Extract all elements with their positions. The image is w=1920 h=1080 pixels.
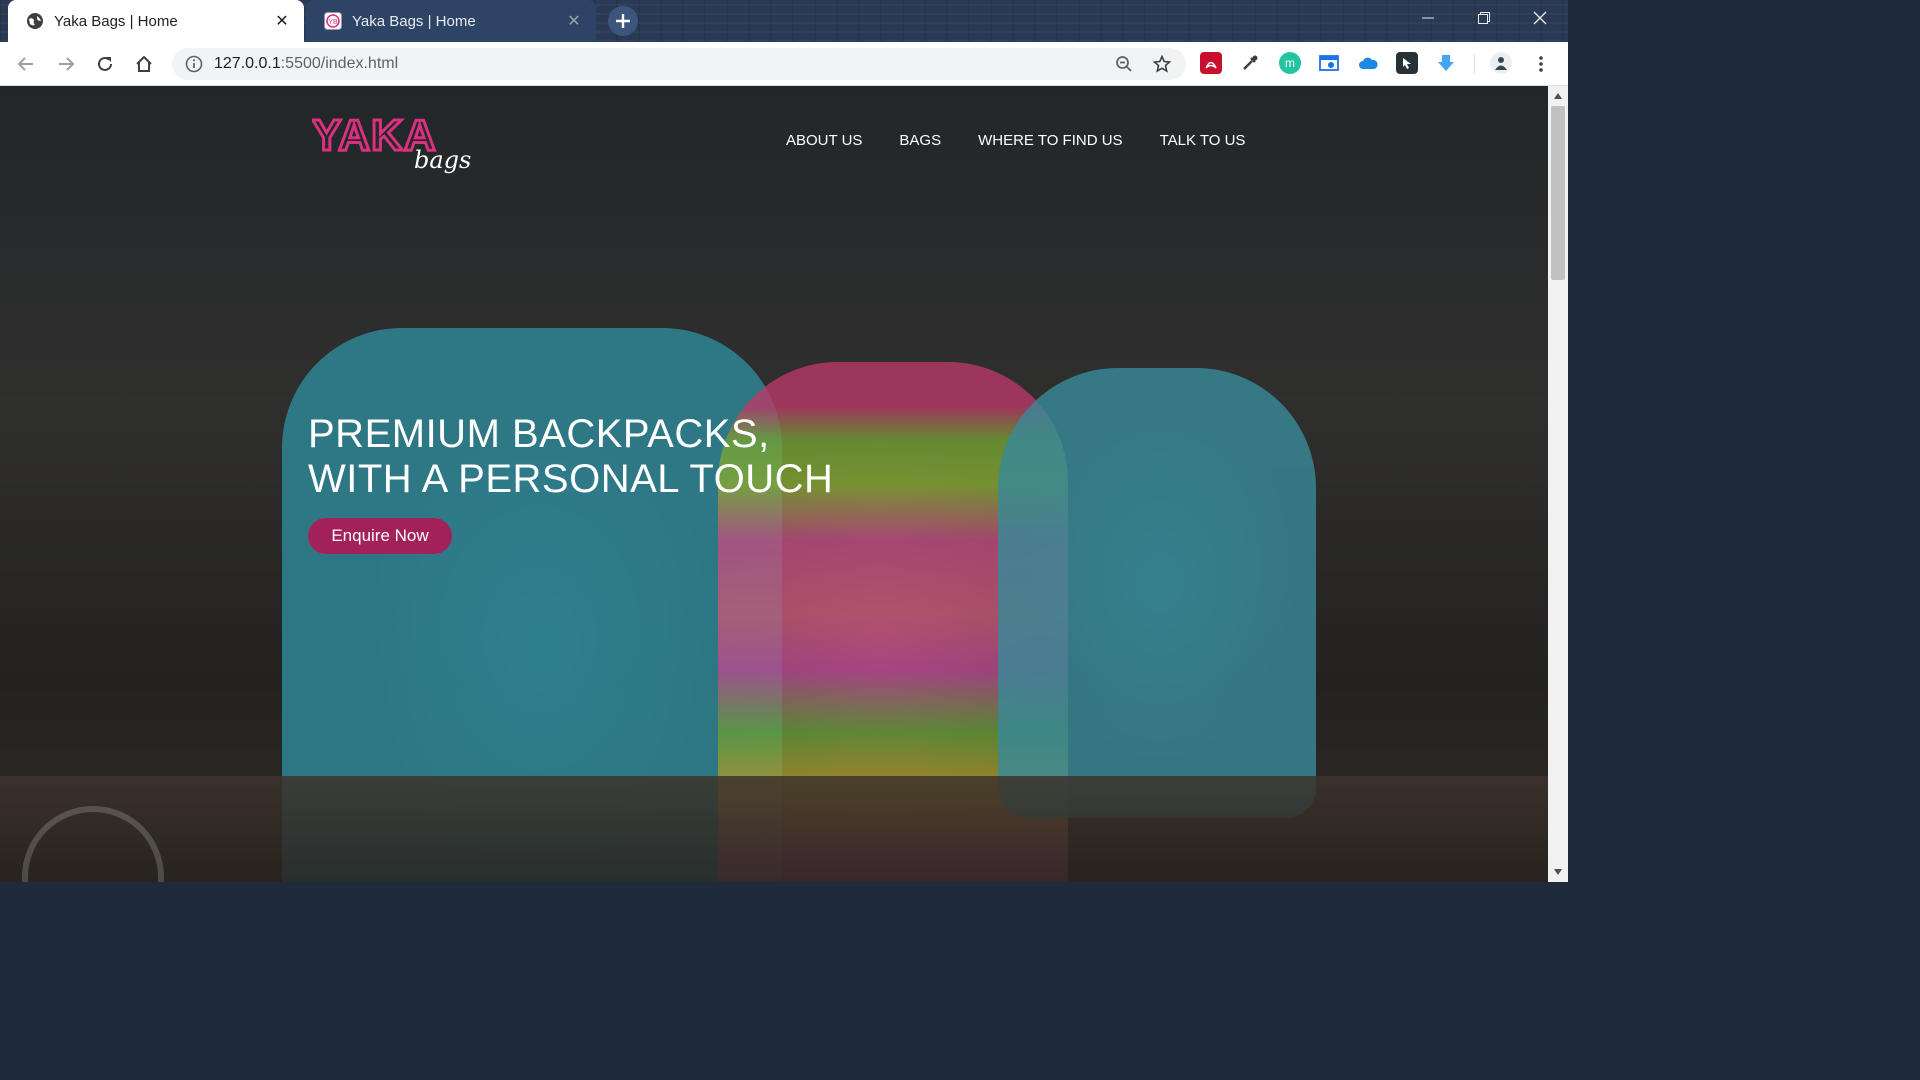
back-button[interactable] — [12, 50, 40, 78]
nav-talk-to-us[interactable]: TALK TO US — [1160, 132, 1246, 149]
close-icon — [1533, 11, 1547, 25]
home-icon — [136, 55, 152, 72]
scrollbar-thumb[interactable] — [1551, 106, 1565, 280]
star-icon — [1153, 55, 1171, 73]
yaka-bags-logo[interactable]: YAKA bags — [311, 108, 472, 184]
tab-close-icon[interactable]: ✕ — [272, 11, 292, 31]
tab-yaka-bags-home-active[interactable]: Yaka Bags | Home ✕ — [8, 0, 304, 42]
yaka-favicon-icon: YB — [324, 12, 342, 30]
dark-cursor-extension-icon[interactable] — [1396, 52, 1418, 74]
scroll-down-arrow-icon[interactable] — [1548, 864, 1568, 880]
restore-button[interactable] — [1456, 0, 1512, 36]
profile-avatar-icon[interactable] — [1490, 52, 1512, 74]
bookmark-button[interactable] — [1148, 50, 1176, 78]
nav-bags[interactable]: BAGS — [899, 132, 941, 149]
nav-where-to-find-us[interactable]: WHERE TO FIND US — [978, 132, 1122, 149]
hero-headline-line-1: PREMIUM BACKPACKS, — [308, 412, 770, 456]
tab-yaka-bags-home-inactive[interactable]: YB Yaka Bags | Home ✕ — [306, 0, 596, 42]
zoom-button[interactable] — [1110, 50, 1138, 78]
restore-icon — [1478, 12, 1490, 24]
page-viewport: YAKA bags ABOUT US BAGS WHERE TO FIND US… — [0, 86, 1548, 882]
browser-toolbar: 127.0.0.1:5500/index.html m — [0, 42, 1568, 86]
toolbar-separator — [1474, 54, 1475, 74]
main-navigation: ABOUT US BAGS WHERE TO FIND US TALK TO U… — [786, 132, 1282, 149]
home-button[interactable] — [130, 50, 158, 78]
forward-icon — [59, 57, 75, 71]
zoom-icon — [1116, 56, 1132, 72]
menu-dots-icon — [1539, 56, 1543, 72]
browser-menu-button[interactable] — [1527, 50, 1555, 78]
tab-title: Yaka Bags | Home — [352, 12, 476, 30]
minimize-icon — [1422, 17, 1434, 19]
nav-about-us[interactable]: ABOUT US — [786, 132, 862, 149]
forward-button[interactable] — [52, 50, 80, 78]
pdf-extension-icon[interactable] — [1200, 52, 1222, 74]
reload-icon — [98, 56, 112, 71]
plus-icon — [616, 14, 630, 28]
green-circle-extension-icon[interactable]: m — [1279, 52, 1301, 74]
new-tab-button[interactable] — [608, 6, 638, 36]
logo-secondary-text: bags — [414, 146, 471, 174]
page-scrollbar[interactable] — [1548, 86, 1568, 882]
tab-title: Yaka Bags | Home — [54, 12, 178, 30]
address-bar[interactable]: 127.0.0.1:5500/index.html — [172, 48, 1186, 80]
close-window-button[interactable] — [1512, 0, 1568, 36]
download-arrow-extension-icon[interactable] — [1435, 52, 1457, 74]
info-icon[interactable] — [184, 54, 204, 74]
minimize-button[interactable] — [1400, 0, 1456, 36]
cloud-extension-icon[interactable] — [1357, 52, 1379, 74]
reload-button[interactable] — [91, 50, 119, 78]
globe-icon — [26, 12, 44, 30]
enquire-now-button[interactable]: Enquire Now — [308, 518, 452, 554]
url-host: 127.0.0.1 — [214, 55, 281, 72]
screenshot-extension-icon[interactable] — [1318, 52, 1340, 74]
scroll-up-arrow-icon[interactable] — [1548, 88, 1568, 104]
hero-headline: PREMIUM BACKPACKS, WITH A PERSONAL TOUCH — [308, 412, 833, 502]
back-icon — [17, 57, 33, 71]
eyedropper-extension-icon[interactable] — [1239, 52, 1261, 74]
tab-close-icon[interactable]: ✕ — [564, 11, 584, 31]
hero-headline-line-2: WITH A PERSONAL TOUCH — [308, 457, 834, 501]
svg-text:YB: YB — [328, 19, 338, 26]
address-url: 127.0.0.1:5500/index.html — [214, 55, 398, 73]
browser-titlebar: Yaka Bags | Home ✕ YB Yaka Bags | Home ✕ — [0, 0, 1568, 42]
url-path: :5500/index.html — [280, 55, 399, 72]
